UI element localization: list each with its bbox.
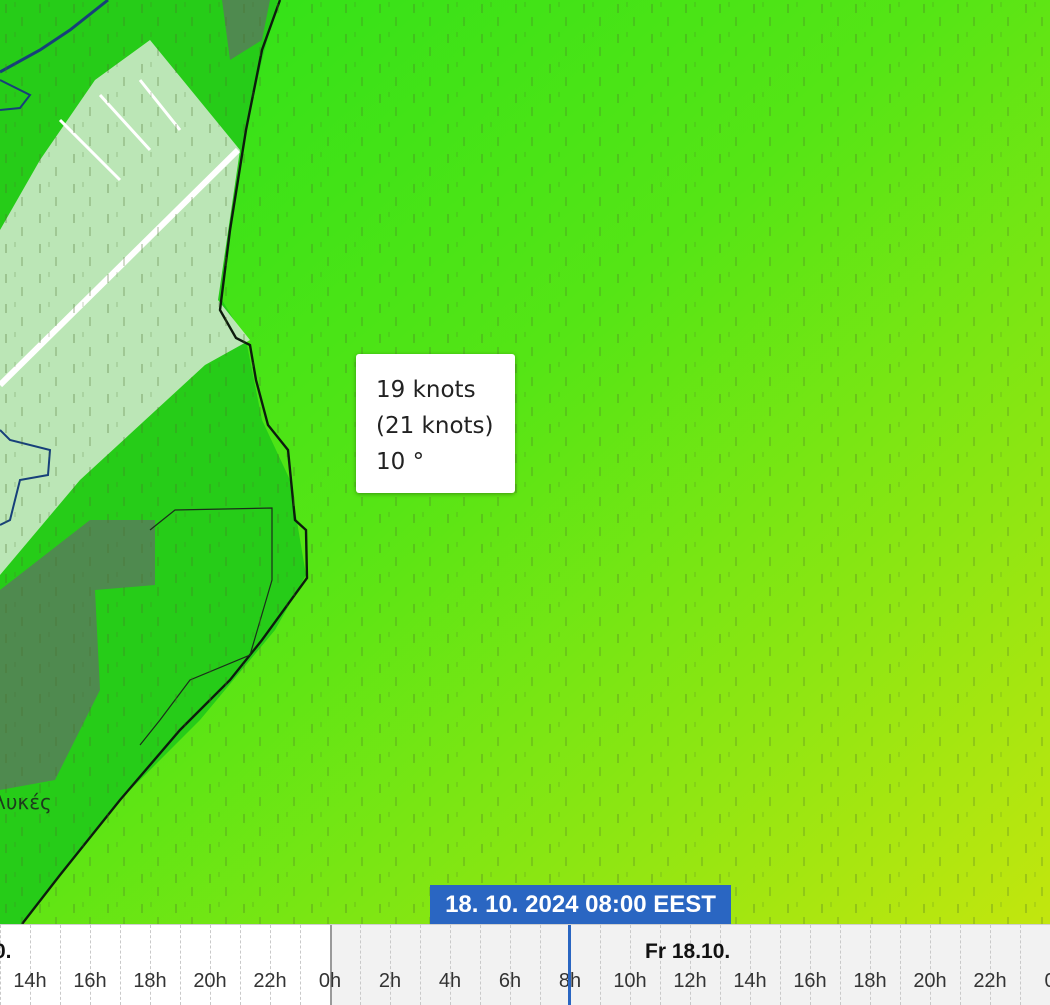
hour-label[interactable]: 22h — [973, 970, 1006, 993]
current-time-badge: 18. 10. 2024 08:00 EEST — [430, 885, 731, 925]
hour-tick — [990, 925, 991, 1005]
hour-tick — [630, 925, 631, 1005]
hour-label[interactable]: 10h — [613, 970, 646, 993]
hour-tick — [540, 925, 541, 1005]
wind-direction: 10 ° — [376, 449, 425, 475]
map-canvas[interactable] — [0, 0, 1050, 924]
timeline-cursor[interactable] — [568, 925, 571, 1005]
hour-label[interactable]: 16h — [73, 970, 106, 993]
hour-tick — [420, 925, 421, 1005]
day-label-next: Fr 18.10. — [645, 940, 731, 963]
wind-gust: (21 knots) — [376, 413, 494, 439]
hour-tick — [810, 925, 811, 1005]
hour-tick — [150, 925, 151, 1005]
hour-label[interactable]: 20h — [913, 970, 946, 993]
hour-tick — [750, 925, 751, 1005]
hour-tick — [60, 925, 61, 1005]
hour-tick — [510, 925, 511, 1005]
hour-label[interactable]: 14h — [733, 970, 766, 993]
hour-label[interactable]: 2h — [379, 970, 401, 993]
hour-label[interactable]: 14h — [13, 970, 46, 993]
hour-label[interactable]: 20h — [193, 970, 226, 993]
hour-tick — [1020, 925, 1021, 1005]
hour-label[interactable]: 4h — [439, 970, 461, 993]
hour-tick — [900, 925, 901, 1005]
hour-label[interactable]: 0h — [319, 970, 341, 993]
hour-tick — [930, 925, 931, 1005]
hour-tick — [120, 925, 121, 1005]
timeline-past-section — [0, 925, 330, 1005]
hour-label[interactable]: 0 — [1044, 970, 1050, 993]
hour-label[interactable]: 18h — [853, 970, 886, 993]
place-label: λυκές — [0, 790, 52, 814]
hour-tick — [720, 925, 721, 1005]
hour-label[interactable]: 6h — [499, 970, 521, 993]
wind-tooltip: 19 knots (21 knots) 10 ° — [356, 354, 515, 493]
hour-tick — [960, 925, 961, 1005]
wind-map[interactable]: λυκές 19 knots (21 knots) 10 ° — [0, 0, 1050, 924]
hour-tick — [360, 925, 361, 1005]
wind-arrows-overlay — [0, 0, 1050, 924]
hour-tick — [90, 925, 91, 1005]
hour-tick — [480, 925, 481, 1005]
hour-tick — [270, 925, 271, 1005]
hour-tick — [600, 925, 601, 1005]
timeline-bar[interactable]: 0. Fr 18.10. 14h16h18h20h22h0h2h4h6h8h10… — [0, 924, 1050, 1005]
day-label-previous: 0. — [0, 940, 12, 963]
hour-label[interactable]: 12h — [673, 970, 706, 993]
hour-tick — [30, 925, 31, 1005]
hour-tick — [180, 925, 181, 1005]
hour-tick — [240, 925, 241, 1005]
hour-tick — [660, 925, 661, 1005]
hour-label[interactable]: 18h — [133, 970, 166, 993]
hour-tick — [690, 925, 691, 1005]
hour-label[interactable]: 22h — [253, 970, 286, 993]
hour-tick — [300, 925, 301, 1005]
hour-tick — [450, 925, 451, 1005]
hour-tick — [210, 925, 211, 1005]
day-divider — [330, 925, 332, 1005]
wind-speed: 19 knots — [376, 377, 476, 403]
hour-tick — [0, 925, 1, 1005]
hour-tick — [870, 925, 871, 1005]
hour-tick — [780, 925, 781, 1005]
hour-tick — [840, 925, 841, 1005]
hour-label[interactable]: 16h — [793, 970, 826, 993]
hour-tick — [390, 925, 391, 1005]
